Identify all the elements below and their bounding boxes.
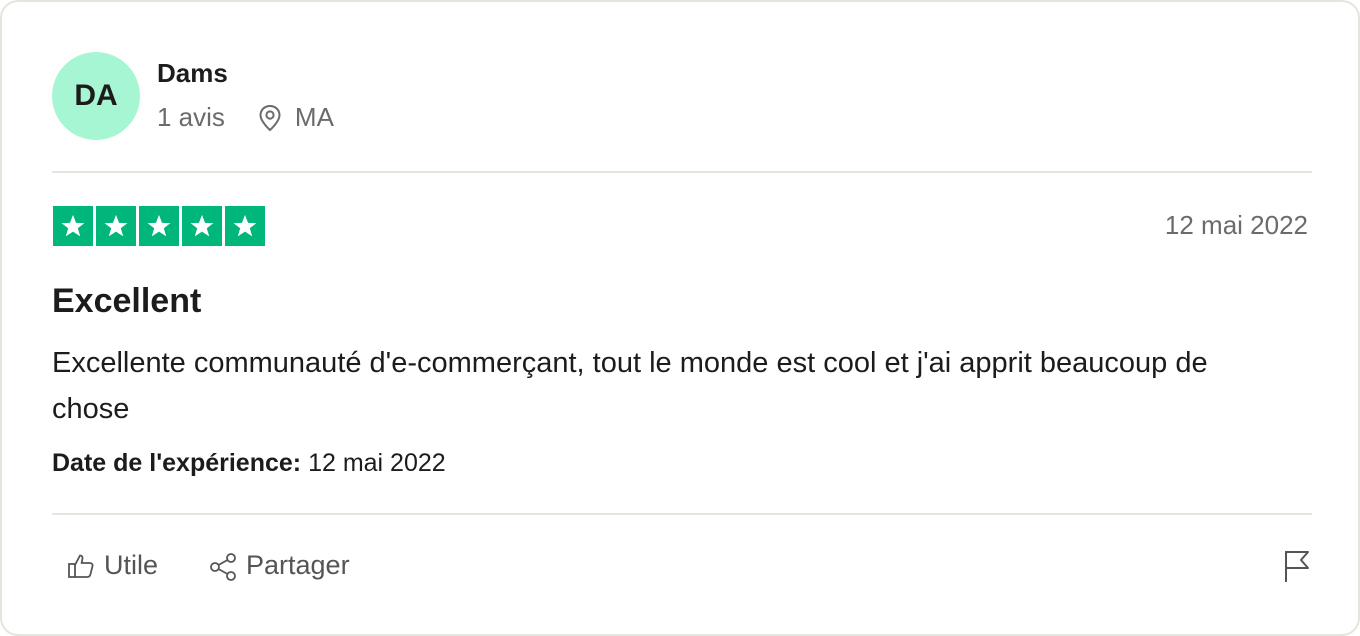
reviewer-country: MA	[294, 102, 334, 132]
star-1	[53, 206, 93, 246]
avatar-initials: DA	[74, 79, 118, 112]
useful-button[interactable]: Utile	[66, 550, 158, 581]
report-button[interactable]	[1280, 550, 1314, 586]
experience-label: Date de l'expérience:	[52, 449, 302, 477]
header-divider	[52, 171, 1312, 173]
review-date: 12 mai 2022	[1164, 210, 1308, 240]
star-4	[182, 206, 222, 246]
star-rating	[53, 206, 265, 246]
star-3	[139, 206, 179, 246]
share-button[interactable]: Partager	[208, 550, 350, 581]
review-count: 1 avis	[157, 102, 225, 132]
star-icon	[61, 214, 85, 237]
star-icon	[147, 214, 171, 237]
star-icon	[233, 214, 257, 237]
reviewer-meta: 1 avis MA	[157, 102, 334, 133]
review-body: Excellente communauté d'e-commerçant, to…	[52, 347, 1208, 425]
avatar[interactable]: DA	[52, 52, 140, 140]
experience-date-value: 12 mai 2022	[308, 449, 446, 477]
useful-label: Utile	[104, 550, 159, 580]
share-label: Partager	[246, 550, 350, 580]
location-pin-icon	[257, 104, 283, 132]
star-icon	[104, 214, 128, 237]
star-2	[96, 206, 136, 246]
reviewer-name[interactable]: Dams	[157, 58, 228, 89]
flag-icon	[1282, 548, 1312, 589]
footer-divider	[52, 513, 1312, 515]
review-card: DA Dams 1 avis MA 12 mai 2022 Excellent …	[0, 0, 1360, 636]
star-icon	[190, 214, 214, 237]
experience-date: Date de l'expérience: 12 mai 2022	[52, 449, 446, 478]
star-5	[225, 206, 265, 246]
review-title[interactable]: Excellent	[52, 282, 201, 321]
share-icon	[208, 551, 238, 581]
thumbs-up-icon	[66, 551, 96, 581]
